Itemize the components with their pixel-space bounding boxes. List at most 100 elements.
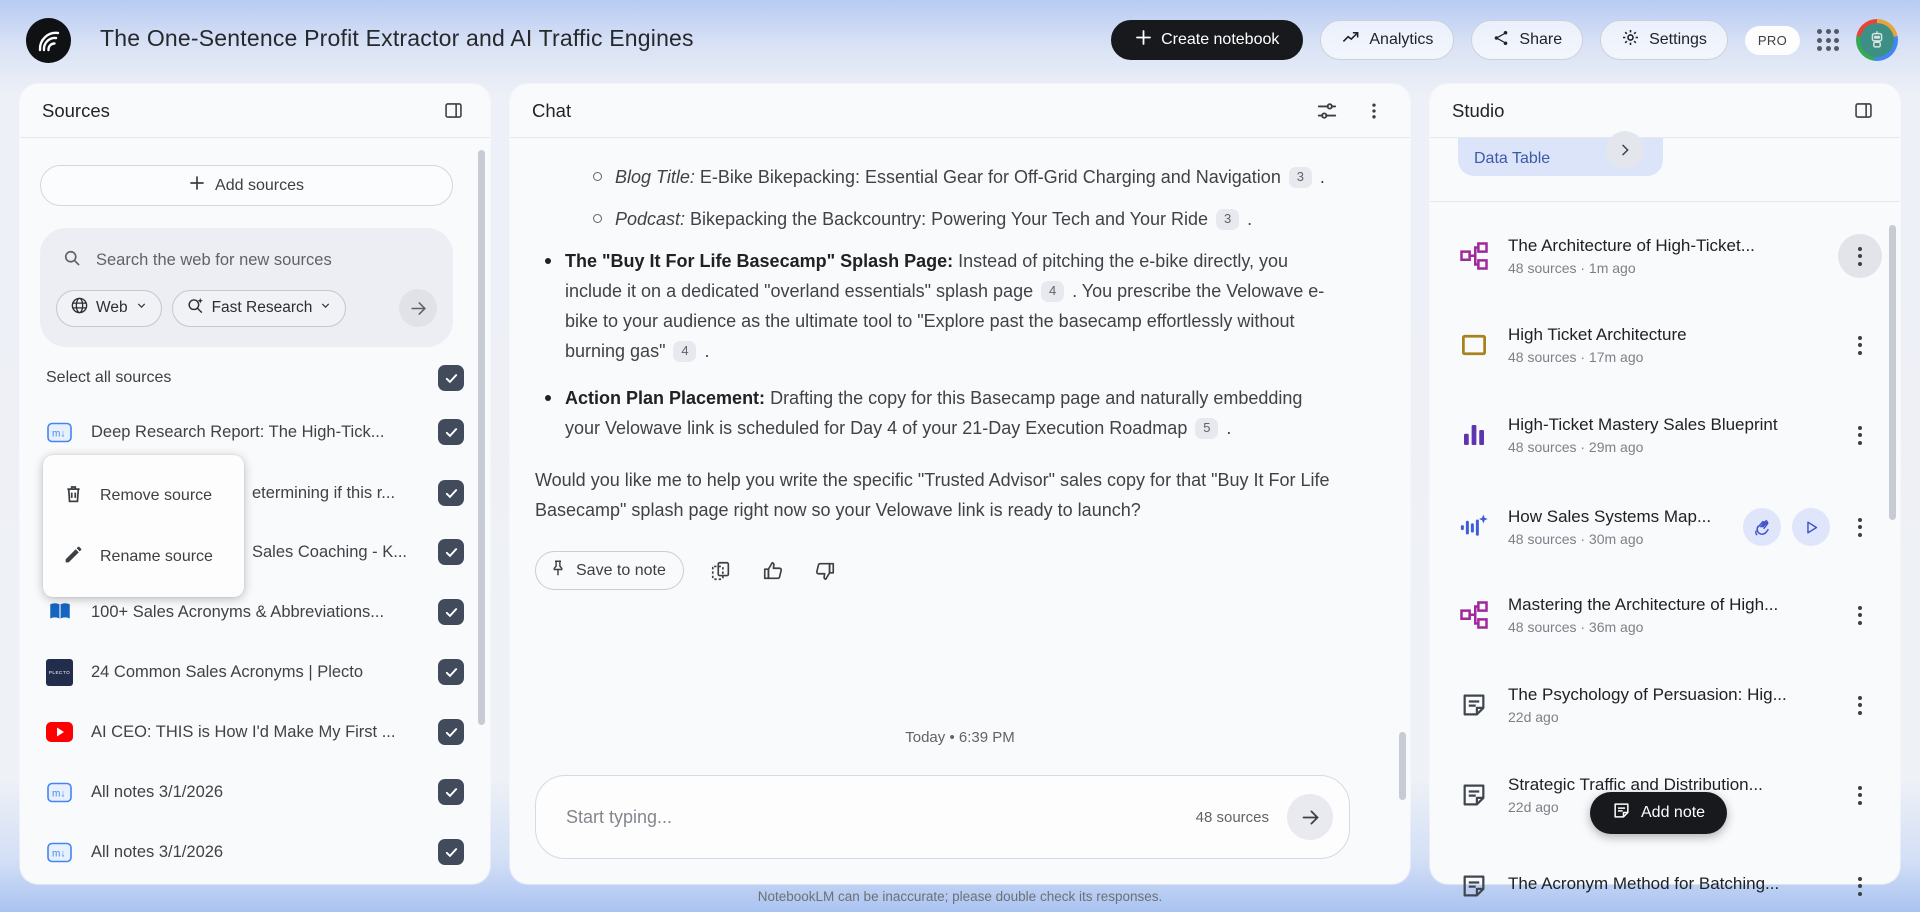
avatar[interactable] [1856,19,1898,61]
search-input[interactable] [96,251,426,270]
interactive-mode-button[interactable] [1743,508,1781,546]
note-icon [1458,870,1490,902]
send-message-button[interactable] [1287,794,1333,840]
source-checkbox[interactable] [438,480,464,506]
studio-item-row[interactable]: The Architecture of High-Ticket... 48 sou… [1452,226,1882,286]
chat-settings-icon[interactable] [1312,96,1342,126]
source-checkbox[interactable] [438,839,464,865]
note-add-icon [1612,801,1631,825]
search-icon [62,248,82,273]
chat-panel-title: Chat [532,99,572,121]
pin-icon [549,559,567,582]
studio-item-menu-icon[interactable] [1838,323,1882,367]
studio-scrollbar[interactable] [1889,225,1896,520]
chat-bullet-list: The "Buy It For Life Basecamp" Splash Pa… [535,246,1338,443]
source-checkbox[interactable] [438,659,464,685]
source-checkbox[interactable] [438,599,464,625]
select-all-label: Select all sources [46,369,172,386]
studio-item-row[interactable]: High-Ticket Mastery Sales Blueprint 48 so… [1452,405,1882,465]
thumbs-down-icon[interactable] [810,556,840,586]
source-row[interactable]: m↓ All notes 3/1/2026 [46,768,464,816]
notebooklm-app: The One-Sentence Profit Extractor and AI… [0,0,1920,912]
markdown-source-icon: m↓ [46,839,73,866]
source-checkbox[interactable] [438,719,464,745]
globe-icon [70,296,89,320]
thumbs-up-icon[interactable] [758,556,788,586]
citation-chip[interactable]: 4 [1041,280,1065,302]
add-sources-button[interactable]: Add sources [40,165,453,206]
citation-chip[interactable]: 5 [1195,417,1219,439]
source-row[interactable]: m↓ All notes 3/1/2026 [46,828,464,876]
add-note-button[interactable]: Add note [1590,792,1728,834]
studio-item-row[interactable]: Mastering the Architecture of High... 48 … [1452,585,1882,645]
studio-item-menu-icon[interactable] [1838,864,1882,908]
chat-panel: Chat Blog Title: E-Bike Bikepacking: Ess… [510,84,1410,884]
studio-item-menu-icon[interactable] [1838,413,1882,457]
markdown-source-icon: m↓ [46,779,73,806]
chat-input-box: 48 sources [535,775,1350,859]
copy-icon[interactable] [706,556,736,586]
source-context-menu: Remove source Rename source [43,455,244,597]
chat-scrollbar[interactable] [1399,732,1406,800]
studio-item-row[interactable]: High Ticket Architecture 48 sources · 17m… [1452,315,1882,375]
chat-input[interactable] [566,806,1196,828]
sources-panel-title: Sources [42,99,110,121]
markdown-source-icon: m↓ [46,419,73,446]
studio-item-menu-icon[interactable] [1838,593,1882,637]
analytics-button[interactable]: Analytics [1320,20,1455,60]
sources-count-label: 48 sources [1195,808,1269,826]
flowchart-icon [1458,599,1490,631]
citation-chip[interactable]: 3 [1216,208,1240,230]
source-checkbox[interactable] [438,779,464,805]
google-apps-icon[interactable] [1817,29,1839,51]
fast-research-chip[interactable]: Fast Research [171,289,347,327]
play-audio-button[interactable] [1792,508,1830,546]
studio-panel-title: Studio [1452,99,1505,121]
chip-next-button[interactable] [1606,131,1644,169]
date-divider: Today • 6:39 PM [905,729,1015,746]
disclaimer-text: NotebookLM can be inaccurate; please dou… [757,889,1163,904]
notebooklm-logo-icon[interactable] [26,18,71,63]
trending-up-icon [1341,28,1360,52]
source-row[interactable]: m↓ Deep Research Report: The High-Tick..… [46,408,464,456]
chat-more-menu-icon[interactable] [1360,97,1388,125]
youtube-icon [46,719,73,746]
studio-item-menu-icon[interactable] [1838,773,1882,817]
citation-chip[interactable]: 4 [673,340,697,362]
sources-scrollbar[interactable] [478,150,485,725]
studio-divider [1430,201,1900,202]
studio-item-menu-icon[interactable] [1838,683,1882,727]
studio-item-row[interactable]: The Acronym Method for Batching... [1452,856,1882,912]
studio-item-row[interactable]: How Sales Systems Map... 48 sources · 30m… [1452,497,1882,557]
share-button[interactable]: Share [1471,20,1584,60]
top-header: The One-Sentence Profit Extractor and AI… [0,0,1920,80]
rename-source-menu-item[interactable]: Rename source [43,526,244,587]
research-sparkle-icon [186,296,205,320]
source-checkbox[interactable] [438,539,464,565]
settings-button[interactable]: Settings [1600,20,1728,60]
notebook-title[interactable]: The One-Sentence Profit Extractor and AI… [100,25,694,52]
source-row[interactable]: PLECTO 24 Common Sales Acronyms | Plecto [46,648,464,696]
source-row[interactable]: AI CEO: THIS is How I'd Make My First ..… [46,708,464,756]
note-icon [1458,689,1490,721]
source-checkbox[interactable] [438,419,464,445]
note-icon [1458,779,1490,811]
remove-source-menu-item[interactable]: Remove source [43,465,244,526]
studio-item-row[interactable]: The Psychology of Persuasion: Hig... 22d … [1452,675,1882,735]
collapse-sources-panel-icon[interactable] [439,96,468,125]
trash-icon [63,483,84,509]
collapse-studio-panel-icon[interactable] [1849,96,1878,125]
select-all-checkbox[interactable] [438,365,464,391]
citation-chip[interactable]: 3 [1288,166,1312,188]
header-actions: Create notebook Analytics Share Settings… [1111,0,1898,80]
studio-item-menu-icon[interactable] [1838,234,1882,278]
sources-panel: Sources Add sources Web [20,84,490,884]
gear-icon [1621,28,1640,52]
save-to-note-button[interactable]: Save to note [535,551,684,590]
web-source-chip[interactable]: Web [56,289,162,327]
create-notebook-button[interactable]: Create notebook [1111,20,1304,60]
submit-search-button[interactable] [399,289,437,327]
studio-item-menu-icon[interactable] [1838,505,1882,549]
chat-message-area: Blog Title: E-Bike Bikepacking: Essentia… [510,138,1400,884]
svg-text:m↓: m↓ [52,428,65,439]
